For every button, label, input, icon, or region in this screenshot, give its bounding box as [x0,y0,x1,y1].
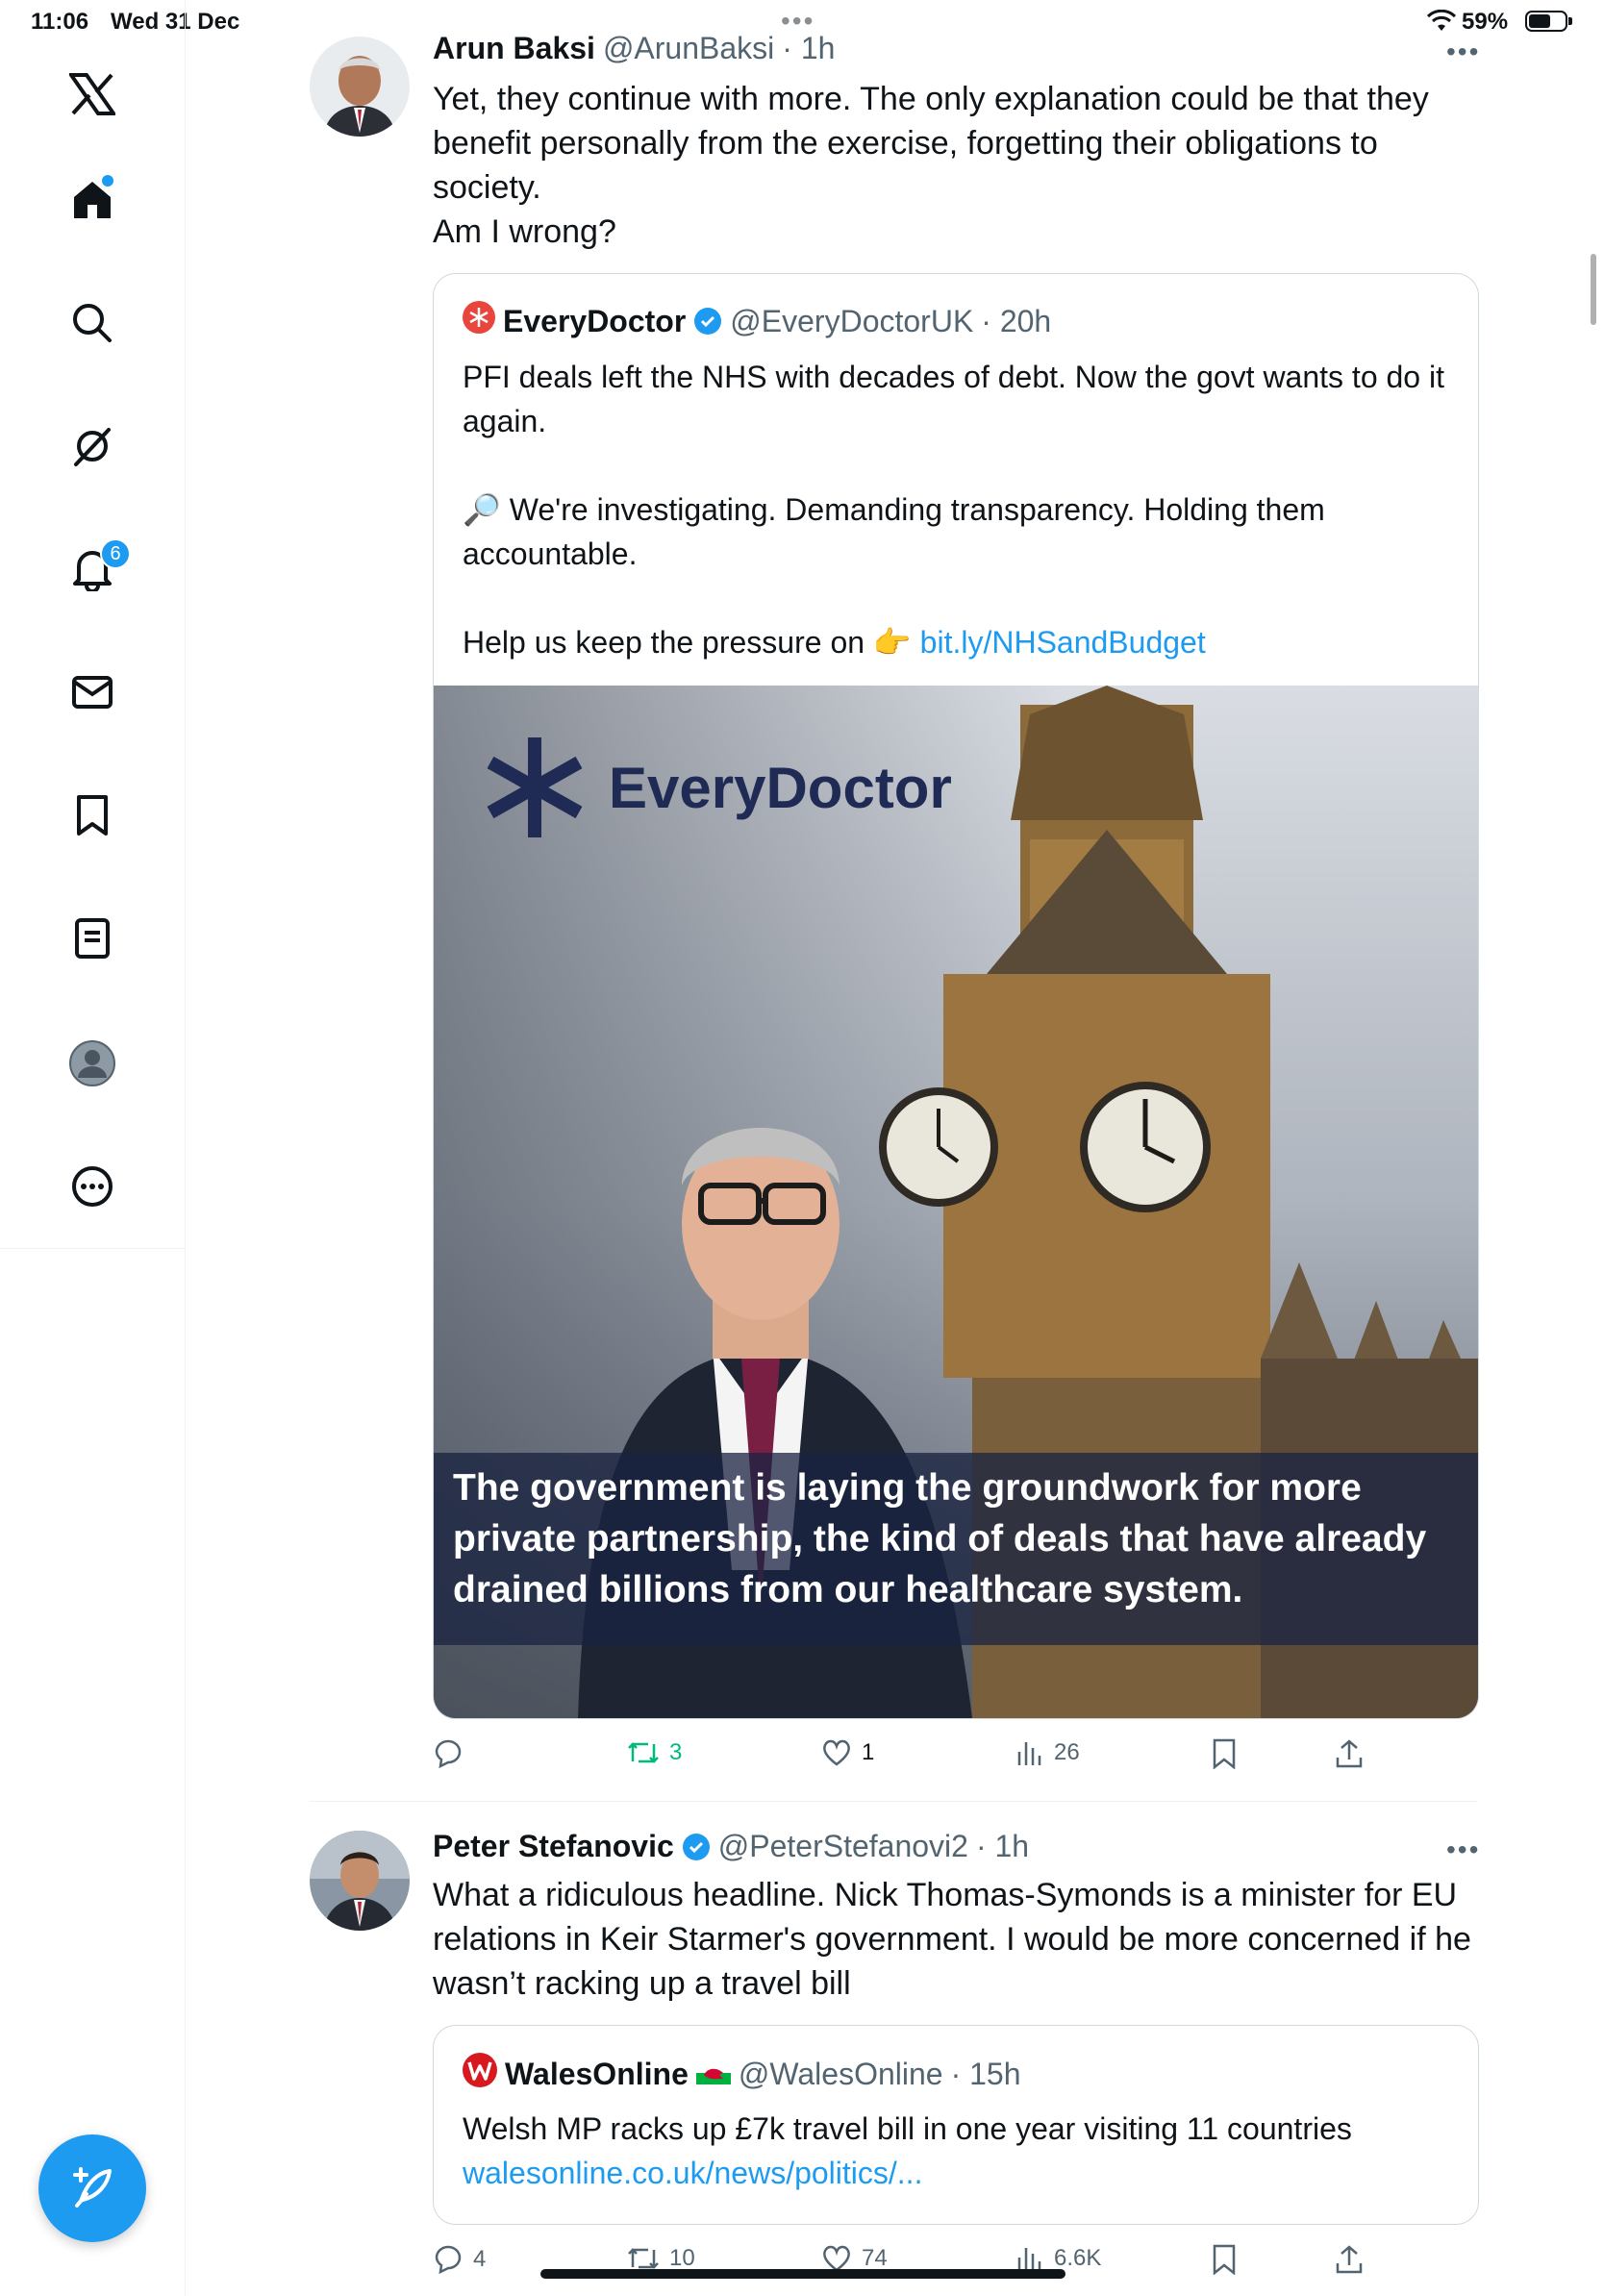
like-count: 74 [862,2245,888,2271]
reply-icon [435,2245,462,2275]
retweet-count: 10 [669,2245,695,2271]
bookmark-icon [1213,1738,1236,1769]
walesonline-logo-icon [463,2053,497,2095]
bookmark-button[interactable] [1212,1738,1237,1769]
author-name[interactable]: Peter Stefanovic [433,1829,674,1864]
tweet-time[interactable]: · 1h [782,31,835,66]
tweet-more-icon[interactable]: ••• [1446,37,1480,67]
x-logo-icon[interactable] [63,65,121,123]
quote-text-3: Help us keep the pressure on 👉 bit.ly/NH… [463,625,1206,660]
view-count: 6.6K [1054,2245,1102,2271]
wifi-icon [1426,9,1457,39]
quote-author-handle[interactable]: @WalesOnline [739,2057,943,2092]
like-count: 1 [862,1739,875,1765]
quote-link[interactable]: walesonline.co.uk/news/politics/... [463,2151,1453,2195]
wales-flag-icon [695,2057,731,2092]
scrollbar[interactable] [1591,254,1596,325]
like-button[interactable]: 1 [821,1738,874,1767]
verified-badge-icon [682,1833,711,1861]
quote-author-handle[interactable]: @EveryDoctorUK [730,304,973,339]
reply-icon [435,1739,462,1769]
quote-image[interactable]: EveryDoctor The government is laying the… [434,686,1478,1718]
quote-text-2: 🔎 We're investigating. Demanding transpa… [463,492,1325,571]
verified-badge-icon [693,307,722,336]
quote-time: · 15h [950,2056,1021,2091]
avatar[interactable] [310,37,410,137]
quote-author-name[interactable]: WalesOnline [505,2057,689,2092]
retweet-count: 3 [669,1739,683,1765]
image-caption: The government is laying the groundwork … [453,1467,1427,1610]
quote-text-1: Welsh MP racks up £7k travel bill in one… [463,2111,1352,2146]
bookmarks-icon[interactable] [63,786,121,844]
quote-time: · 20h [981,303,1052,338]
notifications-bell-icon[interactable]: 6 [63,538,131,598]
views-button[interactable]: 26 [1015,1738,1080,1767]
quoted-tweet[interactable]: EveryDoctor @EveryDoctorUK · 20h PFI dea… [433,273,1479,1719]
quote-text-1: PFI deals left the NHS with decades of d… [463,360,1444,438]
search-icon[interactable] [63,294,121,352]
battery-icon [1525,11,1572,32]
author-handle[interactable]: @ArunBaksi [603,31,774,66]
tweet-more-icon[interactable]: ••• [1446,1834,1480,1865]
tweet-text: Yet, they continue with more. The only e… [433,81,1429,250]
profile-avatar-icon[interactable] [63,1035,121,1092]
home-indicator[interactable] [540,2269,1065,2279]
share-button[interactable] [1335,2244,1364,2275]
share-icon [1336,1739,1363,1768]
tweet-separator [310,1801,1477,1802]
share-icon [1336,2245,1363,2274]
retweet-icon [628,1742,659,1763]
home-icon[interactable] [63,171,121,229]
quote-author-name[interactable]: EveryDoctor [503,304,686,339]
reply-button[interactable]: 4 [433,2244,486,2275]
share-button[interactable] [1335,1738,1364,1769]
author-handle[interactable]: @PeterStefanovi2 [718,1829,968,1864]
compose-feather-icon [73,2167,112,2208]
avatar[interactable] [310,1831,410,1931]
compose-post-button[interactable] [38,2134,146,2242]
tweet-time[interactable]: · 1h [976,1829,1029,1864]
image-logo-text: EveryDoctor [609,756,952,820]
bookmark-button[interactable] [1212,2244,1237,2275]
reply-count: 4 [473,2246,487,2272]
home-unread-dot [102,175,113,187]
messages-envelope-icon[interactable] [63,663,121,721]
sidebar-divider [0,1248,185,1249]
heart-icon [823,1739,850,1766]
retweet-button[interactable]: 3 [627,1738,682,1767]
reply-button[interactable] [433,1738,473,1769]
quoted-tweet[interactable]: WalesOnline @WalesOnline · 15h Welsh MP … [433,2025,1479,2225]
grok-icon[interactable] [63,417,121,475]
bookmark-icon [1213,2244,1236,2275]
lists-icon[interactable] [63,910,121,967]
sidebar-nav: 6 [0,0,186,2296]
tweet-text: What a ridiculous headline. Nick Thomas-… [433,1877,1471,2002]
author-name[interactable]: Arun Baksi [433,31,595,66]
battery-percent: 59% [1462,9,1509,35]
view-count: 26 [1054,1739,1080,1765]
views-chart-icon [1017,1742,1041,1765]
everydoctor-logo-icon [463,301,495,341]
more-options-icon[interactable] [63,1158,121,1215]
quote-link[interactable]: bit.ly/NHSandBudget [920,625,1206,660]
notifications-badge: 6 [100,538,131,569]
